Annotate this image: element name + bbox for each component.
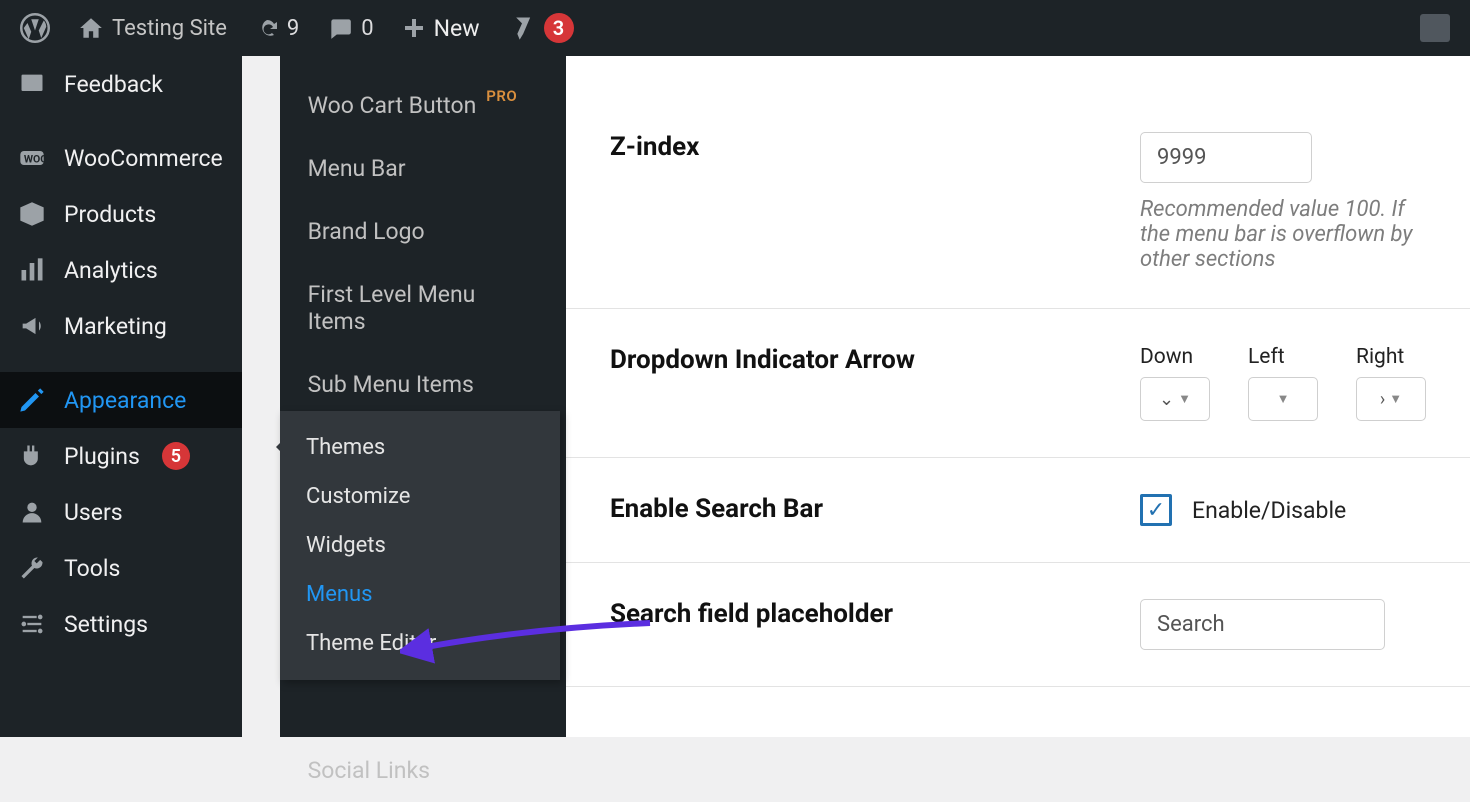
sidebar-item-tools[interactable]: Tools <box>0 540 242 596</box>
content-shell: Feedback WOO WooCommerce Products Analyt… <box>0 56 1470 737</box>
sidebar-item-users[interactable]: Users <box>0 484 242 540</box>
yoast-icon <box>508 14 536 42</box>
admin-sidebar: Feedback WOO WooCommerce Products Analyt… <box>0 56 242 737</box>
row-zindex: Z-index Recommended value 100. If the me… <box>566 96 1470 309</box>
admin-bar: Testing Site 9 0 New 3 <box>0 0 1470 56</box>
new-label: New <box>434 15 480 42</box>
flyout-item-widgets[interactable]: Widgets <box>280 521 560 570</box>
arrow-label: Dropdown Indicator Arrow <box>610 345 1140 421</box>
svg-text:WOO: WOO <box>24 153 46 166</box>
plugins-icon <box>18 442 46 470</box>
sidebar-item-label: Users <box>64 499 123 526</box>
sidebar-item-label: Appearance <box>64 387 186 414</box>
arrow-down-select[interactable]: ⌄ ▼ <box>1140 377 1210 421</box>
sub-item-label: Woo Cart Button <box>308 92 477 119</box>
flyout-item-menus[interactable]: Menus <box>280 570 560 619</box>
site-name-link[interactable]: Testing Site <box>68 0 237 56</box>
sidebar-item-marketing[interactable]: Marketing <box>0 298 242 354</box>
sidebar-item-products[interactable]: Products <box>0 186 242 242</box>
sidebar-item-settings[interactable]: Settings <box>0 596 242 652</box>
comments-count: 0 <box>361 16 373 41</box>
subcol-item-menu-bar[interactable]: Menu Bar <box>280 137 566 200</box>
zindex-input[interactable] <box>1140 132 1312 183</box>
subcol-item-woo-cart[interactable]: Woo Cart Button PRO <box>280 74 566 137</box>
sidebar-item-appearance[interactable]: Appearance <box>0 372 242 428</box>
sidebar-item-woocommerce[interactable]: WOO WooCommerce <box>0 130 242 186</box>
search-placeholder-input[interactable] <box>1140 599 1385 650</box>
notifications-icon <box>1420 14 1450 42</box>
zindex-hint: Recommended value 100. If the menu bar i… <box>1140 197 1426 272</box>
yoast-link[interactable]: 3 <box>498 0 584 56</box>
comment-icon <box>327 15 353 41</box>
arrow-left-select[interactable]: ▼ <box>1248 377 1318 421</box>
sidebar-item-label: Analytics <box>64 257 158 284</box>
flyout-item-customize[interactable]: Customize <box>280 472 560 521</box>
search-enable-label: Enable Search Bar <box>610 494 1140 526</box>
sidebar-item-label: Products <box>64 201 156 228</box>
feedback-icon <box>18 70 46 98</box>
chevron-down-icon: ▼ <box>1389 391 1402 407</box>
arrow-right-label: Right <box>1356 345 1426 369</box>
settings-icon <box>18 610 46 638</box>
subcol-item-social[interactable]: Social Links <box>280 739 566 802</box>
updates-icon <box>255 16 279 40</box>
new-content-link[interactable]: New <box>392 0 490 56</box>
arrow-down-glyph: ⌄ <box>1159 389 1174 410</box>
row-search-bar: Enable Search Bar ✓ Enable/Disable <box>566 458 1470 563</box>
plus-icon <box>402 16 426 40</box>
search-enable-checkbox[interactable]: ✓ <box>1140 494 1172 526</box>
search-placeholder-label: Search field placeholder <box>610 599 1140 650</box>
updates-link[interactable]: 9 <box>245 0 309 56</box>
appearance-icon <box>18 386 46 414</box>
subcol-item-first-level[interactable]: First Level Menu Items <box>280 263 566 353</box>
arrow-down-label: Down <box>1140 345 1210 369</box>
wordpress-icon <box>20 13 50 43</box>
subcol-item-brand-logo[interactable]: Brand Logo <box>280 200 566 263</box>
users-icon <box>18 498 46 526</box>
sidebar-item-plugins[interactable]: Plugins 5 <box>0 428 242 484</box>
settings-panel: Z-index Recommended value 100. If the me… <box>566 56 1470 737</box>
updates-count: 9 <box>287 16 299 41</box>
woocommerce-icon: WOO <box>18 144 46 172</box>
yoast-badge: 3 <box>544 13 574 43</box>
analytics-icon <box>18 256 46 284</box>
sidebar-item-label: WooCommerce <box>64 145 223 172</box>
comments-link[interactable]: 0 <box>317 0 383 56</box>
arrow-left-label: Left <box>1248 345 1318 369</box>
chevron-down-icon: ▼ <box>1277 391 1290 407</box>
appearance-flyout: Themes Customize Widgets Menus Theme Edi… <box>280 411 560 680</box>
site-name: Testing Site <box>112 16 227 41</box>
arrow-right-select[interactable]: › ▼ <box>1356 377 1426 421</box>
right-notifications[interactable] <box>1410 0 1460 56</box>
sidebar-item-label: Plugins <box>64 443 140 470</box>
sidebar-item-label: Marketing <box>64 313 167 340</box>
row-search-placeholder: Search field placeholder <box>566 563 1470 687</box>
products-icon <box>18 200 46 228</box>
plugins-update-count: 5 <box>162 442 190 470</box>
home-icon <box>78 15 104 41</box>
flyout-item-theme-editor[interactable]: Theme Editor <box>280 619 560 668</box>
subcol-item-sub-menu[interactable]: Sub Menu Items <box>280 353 566 416</box>
tools-icon <box>18 554 46 582</box>
sidebar-item-label: Feedback <box>64 71 163 98</box>
pro-badge: PRO <box>486 87 517 105</box>
sidebar-item-analytics[interactable]: Analytics <box>0 242 242 298</box>
arrow-right-glyph: › <box>1380 389 1385 410</box>
marketing-icon <box>18 312 46 340</box>
sidebar-item-label: Settings <box>64 611 148 638</box>
chevron-down-icon: ▼ <box>1178 391 1191 407</box>
sidebar-item-label: Tools <box>64 555 120 582</box>
zindex-label: Z-index <box>610 132 1140 272</box>
search-enable-text: Enable/Disable <box>1192 497 1346 524</box>
flyout-item-themes[interactable]: Themes <box>280 423 560 472</box>
wordpress-logo[interactable] <box>10 0 60 56</box>
row-dropdown-arrow: Dropdown Indicator Arrow Down ⌄ ▼ Left ▼ <box>566 309 1470 458</box>
sidebar-item-feedback[interactable]: Feedback <box>0 56 242 112</box>
